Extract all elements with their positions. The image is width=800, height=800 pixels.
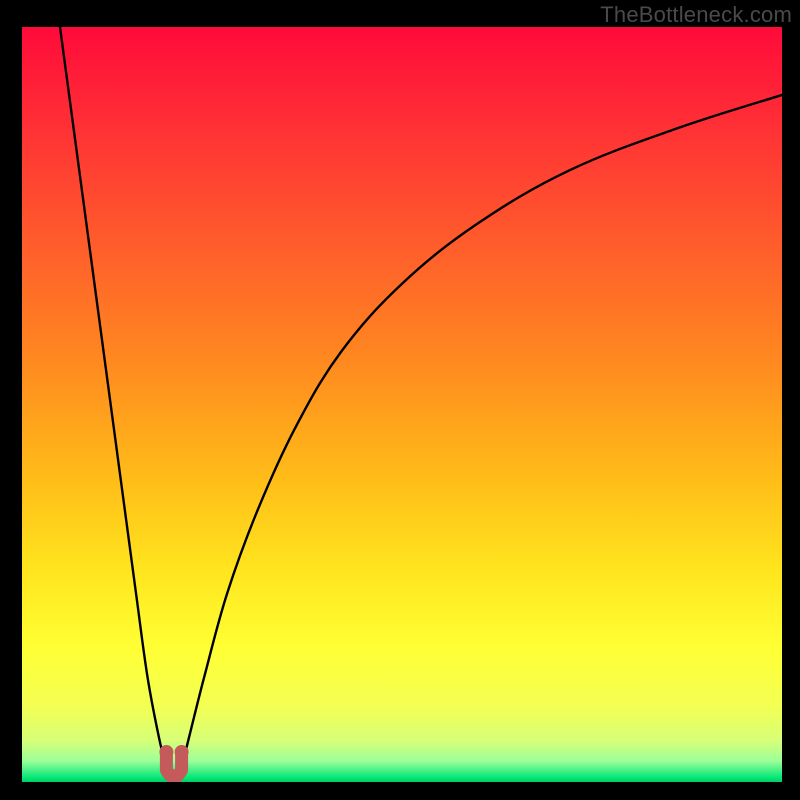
optimal-marker-dot-left xyxy=(159,745,173,759)
plot-area xyxy=(22,27,782,782)
bottleneck-curve xyxy=(22,27,782,782)
optimal-marker-dot-right xyxy=(175,745,189,759)
watermark-label: TheBottleneck.com xyxy=(600,2,792,28)
chart-frame: TheBottleneck.com xyxy=(0,0,800,800)
